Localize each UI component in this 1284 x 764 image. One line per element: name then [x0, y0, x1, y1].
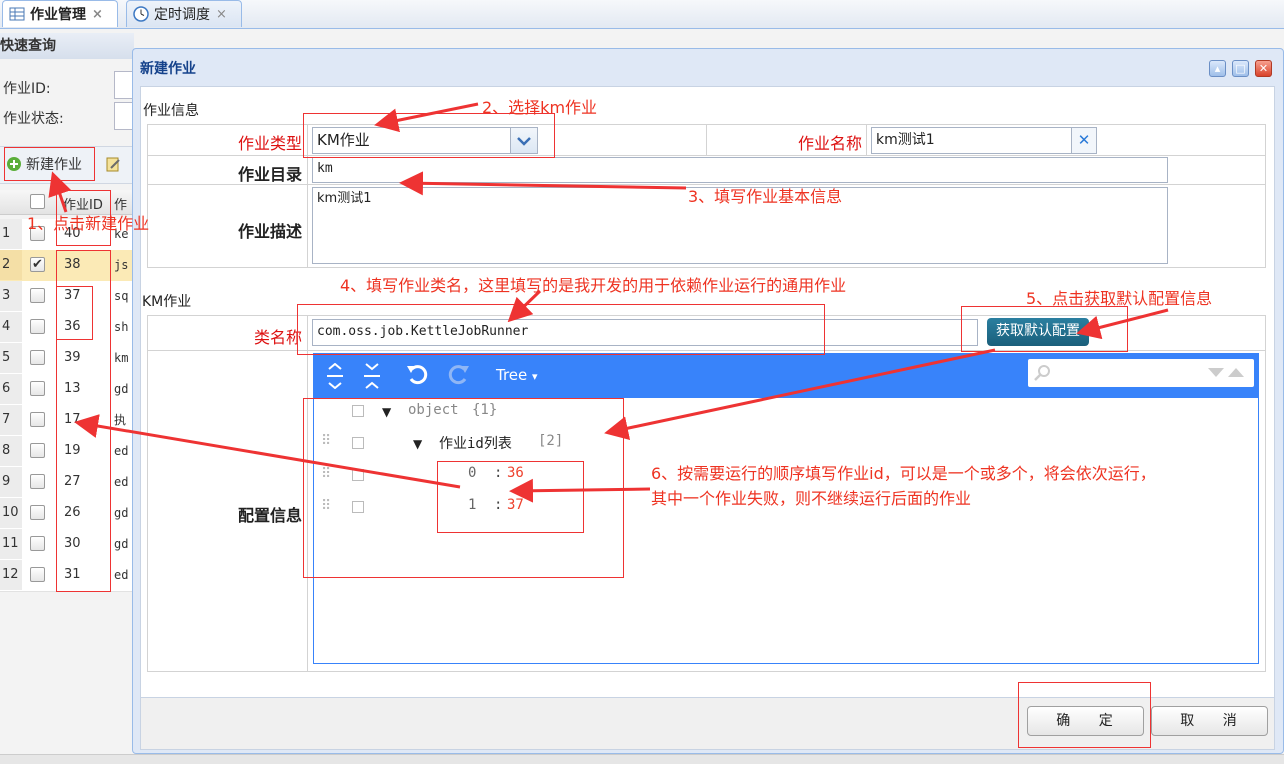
annotation-arrows [48, 102, 1169, 503]
